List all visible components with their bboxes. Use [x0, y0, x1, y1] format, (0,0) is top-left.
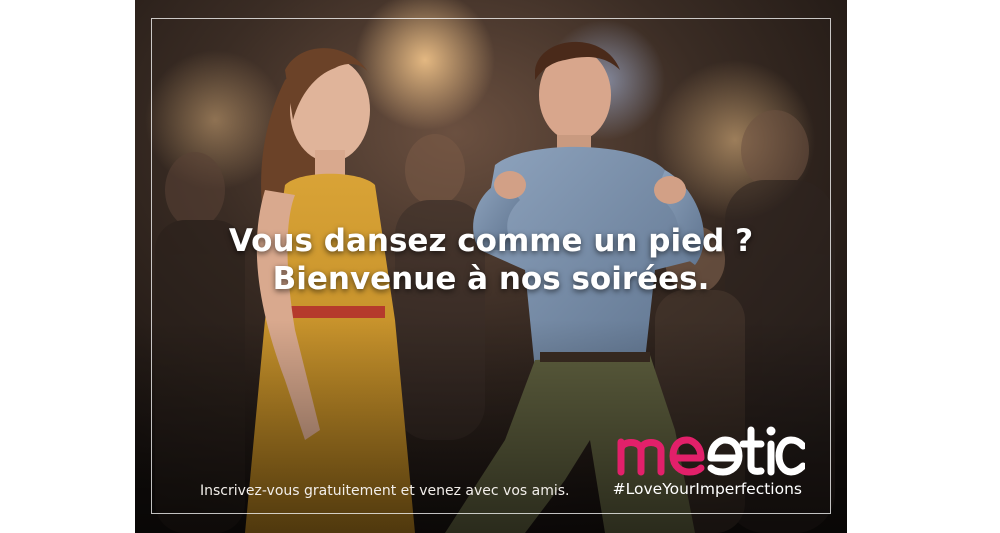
headline-line-2: Bienvenue à nos soirées.	[272, 261, 710, 297]
advertisement: Vous dansez comme un pied ? Bienvenue à …	[135, 0, 847, 533]
headline-line-1: Vous dansez comme un pied ?	[228, 223, 754, 259]
headline: Vous dansez comme un pied ? Bienvenue à …	[135, 222, 847, 298]
hashtag: #LoveYourImperfections	[612, 480, 802, 498]
meetic-logo	[617, 426, 805, 476]
